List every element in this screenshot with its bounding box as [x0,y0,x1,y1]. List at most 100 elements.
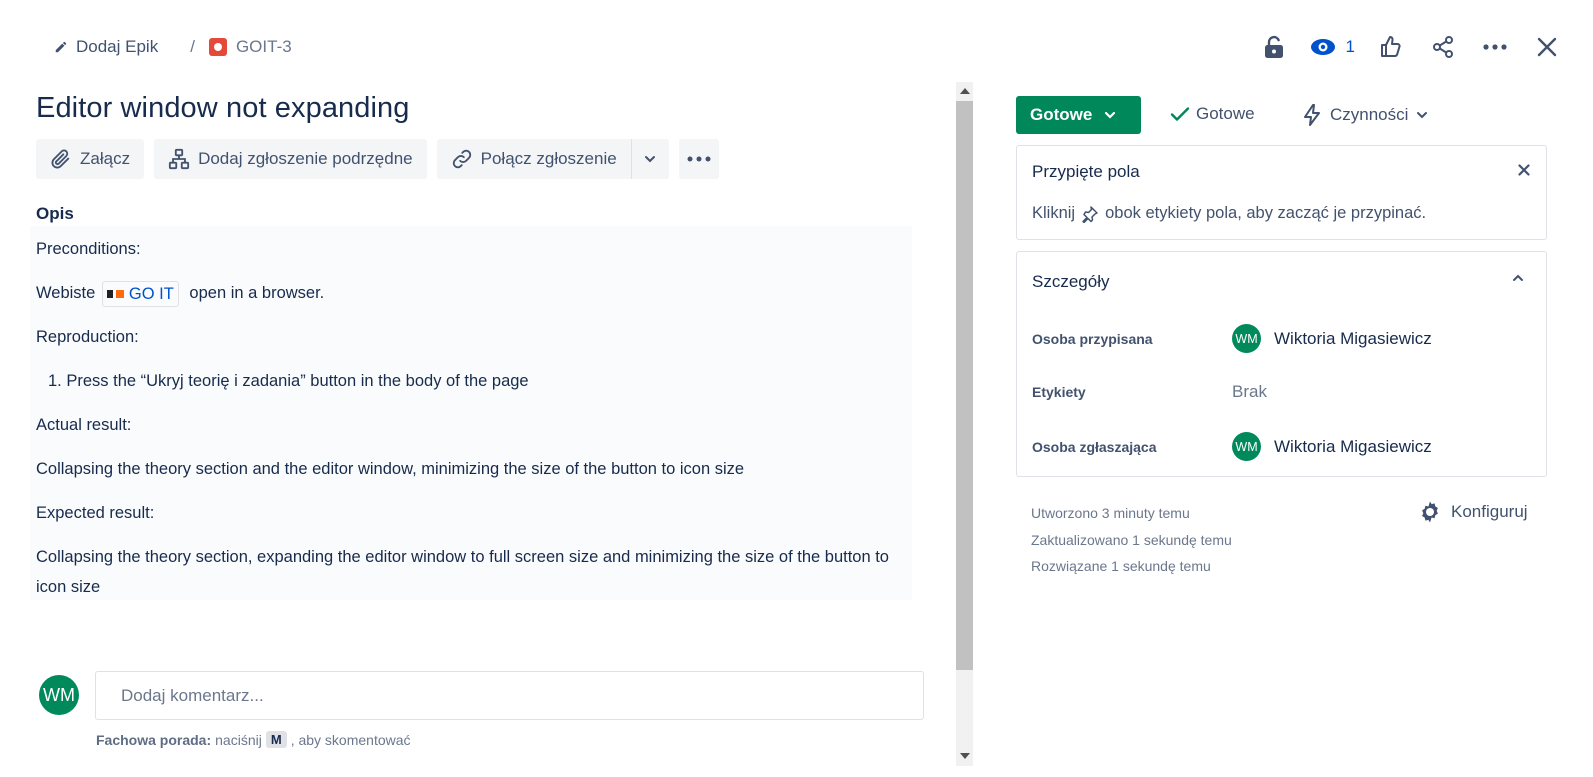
pinned-hint-post: obok etykiety pola, aby zacząć je przypi… [1105,204,1427,222]
website-prefix: Webiste [36,284,96,302]
link-issue-group: Połącz zgłoszenie [436,139,669,179]
pinned-fields-panel: Przypięte pola Kliknij obok etykiety pol… [1016,145,1547,240]
hierarchy-icon [168,148,190,170]
pinned-fields-title: Przypięte pola [1032,162,1140,181]
add-child-issue-button[interactable]: Dodaj zgłoszenie podrzędne [154,139,427,179]
avatar: WM [1232,432,1261,461]
shortcut-key: M [265,731,287,748]
expected-heading: Expected result: [36,504,155,522]
updated-date: Zaktualizowano 1 sekundę temu [1031,531,1232,548]
comment-tip: Fachowa porada: naciśnij M , aby skoment… [96,731,411,748]
more-actions-button[interactable] [1479,32,1511,62]
tip-post: , aby skomentować [290,731,411,748]
reproduction-heading: Reproduction: [36,328,139,346]
goit-link-text: GO IT [128,284,174,303]
details-title: Szczegóły [1032,272,1110,291]
actual-text: Collapsing the theory section and the ed… [36,460,745,478]
goit-favicon-icon [106,289,124,298]
field-label: Etykiety [1032,384,1086,400]
comment-placeholder: Dodaj komentarz... [121,685,264,705]
close-icon [1518,164,1530,176]
watch-button[interactable]: 1 [1310,37,1355,57]
chevron-down-icon [645,156,656,163]
details-body: Osoba przypisana WM Wiktoria Migasiewicz… [1016,308,1547,477]
issue-title[interactable]: Editor window not expanding [36,92,410,125]
actions-label: Czynności [1330,105,1409,124]
link-issue-dropdown[interactable] [630,139,669,179]
link-icon [452,149,471,169]
labels-row[interactable]: Etykiety Brak [1032,382,1532,402]
field-label: Osoba przypisana [1032,330,1153,347]
issue-key-link[interactable]: GOIT-3 [208,37,292,57]
add-epic-label: Dodaj Epik [76,37,159,56]
reporter-row[interactable]: Osoba zgłaszająca WM Wiktoria Migasiewic… [1032,432,1532,461]
issue-actions-toolbar: Załącz Dodaj zgłoszenie podrzędne Połącz… [36,139,719,179]
scroll-up-arrow-icon[interactable] [960,88,970,94]
expected-text: Collapsing the theory section, expanding… [36,548,889,596]
comment-avatar: WM [39,675,79,715]
goit-inline-card[interactable]: GO IT [101,280,179,307]
close-button[interactable] [1531,32,1563,62]
thumbs-up-icon [1381,36,1401,57]
lightning-icon [1304,104,1320,126]
resolution-label: Gotowe [1196,104,1255,123]
link-issue-label: Połącz zgłoszenie [480,149,617,168]
more-toolbar-button[interactable] [678,139,719,179]
more-icon [1483,44,1507,50]
issue-dates: Utworzono 3 minuty temu Zaktualizowano 1… [1031,500,1232,580]
website-suffix: open in a browser. [189,284,325,302]
unlock-icon [1264,35,1283,58]
link-issue-button[interactable]: Połącz zgłoszenie [436,139,631,179]
pin-icon [1082,205,1098,223]
configure-button[interactable]: Konfiguruj [1418,500,1528,524]
breadcrumb: Dodaj Epik / GOIT-3 [54,36,292,58]
comment-input[interactable]: Dodaj komentarz... [95,671,924,720]
preconditions-heading: Preconditions: [36,240,141,258]
resolution-indicator: Gotowe [1170,104,1255,124]
chevron-down-icon [1105,111,1116,119]
share-button[interactable] [1427,32,1459,62]
share-icon [1433,36,1453,58]
paperclip-icon [51,149,70,169]
gear-icon [1422,501,1438,523]
pinned-hint-pre: Kliknij [1032,204,1076,222]
status-dropdown[interactable]: Gotowe [1016,96,1141,134]
vote-button[interactable] [1375,32,1407,62]
avatar: WM [1232,324,1261,353]
attach-button[interactable]: Załącz [36,139,145,179]
pinned-hint: Kliknij obok etykiety pola, aby zacząć j… [1032,204,1426,223]
labels-value: Brak [1232,382,1267,401]
attach-label: Załącz [80,149,131,168]
assignee-name: Wiktoria Migasiewicz [1274,328,1432,348]
description-body[interactable]: Preconditions: Webiste GO IT open in a b… [30,226,912,600]
checkmark-icon [1170,107,1190,121]
created-date: Utworzono 3 minuty temu [1031,505,1190,521]
bug-icon [208,38,227,56]
add-child-label: Dodaj zgłoszenie podrzędne [198,149,413,168]
tip-pre: naciśnij [215,731,262,748]
eye-icon [1310,39,1335,55]
close-icon [1537,37,1557,57]
assignee-row[interactable]: Osoba przypisana WM Wiktoria Migasiewicz [1032,324,1532,353]
chevron-down-icon [1417,112,1428,119]
pencil-icon [55,41,67,53]
status-label: Gotowe [1030,105,1093,124]
scroll-down-arrow-icon[interactable] [960,753,970,759]
breadcrumb-separator: / [190,37,195,56]
scrollbar-thumb[interactable] [956,101,973,670]
tip-label: Fachowa porada: [96,731,212,748]
description-label: Opis [36,204,74,223]
resolved-date: Rozwiązane 1 sekundę temu [1031,558,1211,574]
issue-header-actions: 1 [1238,32,1563,62]
reporter-name: Wiktoria Migasiewicz [1274,436,1432,456]
more-icon [687,156,711,162]
assignee-value: WM Wiktoria Migasiewicz [1232,324,1432,353]
security-button[interactable] [1258,32,1290,62]
actions-dropdown[interactable]: Czynności [1302,104,1428,126]
details-header[interactable]: Szczegóły [1016,251,1547,309]
watchers-count: 1 [1345,37,1355,56]
chevron-up-icon [1513,274,1523,281]
configure-label: Konfiguruj [1451,502,1528,521]
add-epic-link[interactable]: Dodaj Epik [54,37,158,57]
pinned-close-button[interactable] [1518,163,1530,181]
